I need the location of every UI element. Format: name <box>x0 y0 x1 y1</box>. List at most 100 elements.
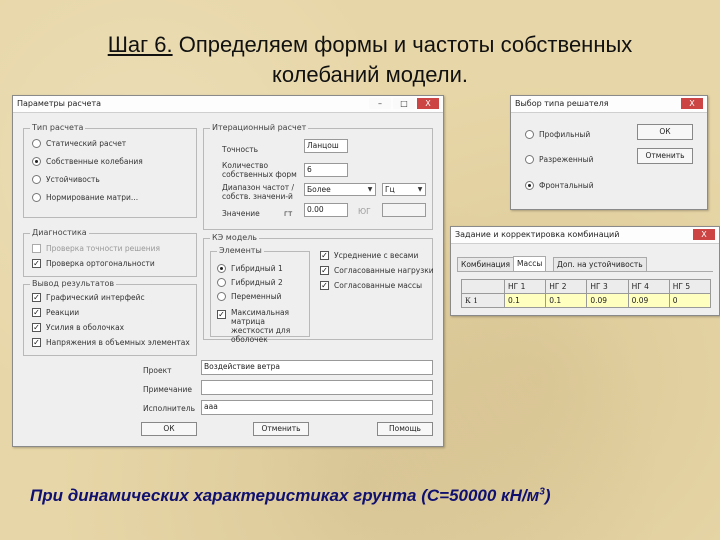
value-field[interactable]: 0.00 <box>304 203 348 217</box>
footer-tail: ) <box>544 486 551 505</box>
table-cell[interactable]: 0.09 <box>627 293 670 308</box>
help-button[interactable]: Помощь <box>377 422 433 436</box>
combo-tabs: Комбинация Массы Доп. на устойчивость <box>457 256 713 272</box>
table-header: НГ 5 <box>668 279 712 294</box>
radio-eigen[interactable] <box>32 157 41 166</box>
radio-static[interactable] <box>32 139 41 148</box>
table-cell[interactable]: 0.09 <box>586 293 629 308</box>
executor-field[interactable]: ааа <box>201 400 433 415</box>
solver-window: Выбор типа решателя X Профильный Разреже… <box>510 95 708 210</box>
check-consistent-loads[interactable]: ✓ <box>320 266 329 275</box>
check-weighted-avg-label: Усреднение с весами <box>334 251 419 260</box>
radio-profile[interactable] <box>525 130 534 139</box>
radio-variable[interactable] <box>217 292 226 301</box>
check-ortho[interactable]: ✓ <box>32 259 41 268</box>
radio-normalize[interactable] <box>32 193 41 202</box>
diagnostics-caption: Диагностика <box>30 228 89 237</box>
check-weighted-avg[interactable]: ✓ <box>320 251 329 260</box>
row-label: К 1 <box>461 293 505 308</box>
combo-window: Задание и корректировка комбинаций X Ком… <box>450 226 720 316</box>
slide-title: Шаг 6. Определяем формы и частоты собств… <box>60 30 680 90</box>
check-volume-stress[interactable]: ✓ <box>32 338 41 347</box>
solver-cancel-button[interactable]: Отменить <box>637 148 693 164</box>
tab-stability[interactable]: Доп. на устойчивость <box>553 257 647 271</box>
count-label: Количество собственных форм <box>222 161 297 179</box>
elements-group: Элементы Гибридный 1 Гибридный 2 Перемен… <box>210 246 310 344</box>
value-unit2: ЮГ <box>358 207 371 216</box>
radio-static-label: Статический расчет <box>46 139 127 148</box>
unit-select[interactable]: Гц ▼ <box>382 183 426 196</box>
table-cell[interactable]: 0.1 <box>545 293 588 308</box>
results-group: Вывод результатов ✓ Графический интерфей… <box>23 279 197 356</box>
chevron-down-icon: ▼ <box>367 186 373 193</box>
ok-button[interactable]: ОК <box>141 422 197 436</box>
iter-group: Итерационный расчет Точность Ланцош Коли… <box>203 123 433 230</box>
radio-hybrid-2-label: Гибридный 2 <box>231 278 283 287</box>
radio-hybrid-1[interactable] <box>217 264 226 273</box>
params-title: Параметры расчета <box>17 99 102 108</box>
minimize-button[interactable]: – <box>369 98 391 109</box>
radio-hybrid-2[interactable] <box>217 278 226 287</box>
check-volume-stress-label: Напряжения в объемных элементах <box>46 338 190 347</box>
combo-titlebar: Задание и корректировка комбинаций X <box>451 227 719 244</box>
tab-combination[interactable]: Комбинация <box>457 257 515 271</box>
table-cell[interactable]: 0 <box>668 293 712 308</box>
radio-eigen-label: Собственные колебания <box>46 157 143 166</box>
value-unit: гт <box>284 209 293 218</box>
title-text: Определяем формы и частоты собственных <box>172 32 633 57</box>
radio-frontal-label: Фронтальный <box>539 181 594 190</box>
calc-type-group: Тип расчета Статический расчет Собственн… <box>23 123 197 218</box>
range-select[interactable]: Более ▼ <box>304 183 376 196</box>
params-titlebar: Параметры расчета – □ X <box>13 96 443 113</box>
project-label: Проект <box>143 366 172 375</box>
check-consistent-mass[interactable]: ✓ <box>320 281 329 290</box>
check-graphic-label: Графический интерфейс <box>46 293 145 302</box>
radio-frontal[interactable] <box>525 181 534 190</box>
check-max-matrix[interactable]: ✓ <box>217 310 226 319</box>
value-label: Значение <box>222 209 260 218</box>
check-shell-forces[interactable]: ✓ <box>32 323 41 332</box>
check-ortho-label: Проверка ортогональности <box>46 259 155 268</box>
cancel-button[interactable]: Отменить <box>253 422 309 436</box>
range-select-value: Более <box>307 185 331 194</box>
check-accuracy[interactable] <box>32 244 41 253</box>
solver-ok-button[interactable]: ОК <box>637 124 693 140</box>
title-step: Шаг 6. <box>107 32 173 57</box>
close-button[interactable]: X <box>693 229 715 240</box>
elements-caption: Элементы <box>217 246 264 255</box>
close-button[interactable]: X <box>681 98 703 109</box>
table-header: НГ 3 <box>586 279 629 294</box>
radio-hybrid-1-label: Гибридный 1 <box>231 264 283 273</box>
table-header: НГ 1 <box>503 279 547 294</box>
method-field[interactable]: Ланцош <box>304 139 348 153</box>
tab-masses[interactable]: Массы <box>513 256 547 271</box>
check-reactions[interactable]: ✓ <box>32 308 41 317</box>
radio-sparse[interactable] <box>525 155 534 164</box>
accuracy-label: Точность <box>222 145 259 154</box>
solver-title: Выбор типа решателя <box>515 99 609 108</box>
note-label: Примечание <box>143 385 192 394</box>
note-field[interactable] <box>201 380 433 395</box>
table-row: К 1 0.1 0.1 0.09 0.09 0 <box>461 293 712 308</box>
results-caption: Вывод результатов <box>30 279 117 288</box>
footer-text: При динамических характеристиках грунта … <box>30 486 540 505</box>
table-cell[interactable]: 0.1 <box>503 293 547 308</box>
radio-normalize-label: Нормирование матри... <box>46 193 139 202</box>
count-field[interactable]: 6 <box>304 163 348 177</box>
check-graphic[interactable]: ✓ <box>32 293 41 302</box>
close-button[interactable]: X <box>417 98 439 109</box>
radio-profile-label: Профильный <box>539 130 591 139</box>
ce-model-caption: КЭ модель <box>210 233 260 242</box>
table-header: НГ 2 <box>545 279 588 294</box>
combo-title: Задание и корректировка комбинаций <box>455 230 620 239</box>
title-line2: колебаний модели. <box>271 62 469 87</box>
check-consistent-loads-label: Согласованные нагрузки <box>334 266 434 275</box>
solver-titlebar: Выбор типа решателя X <box>511 96 707 113</box>
radio-variable-label: Переменный <box>231 292 282 301</box>
footer-note: При динамических характеристиках грунта … <box>30 486 551 506</box>
project-field[interactable]: Воздействие ветра <box>201 360 433 375</box>
check-reactions-label: Реакции <box>46 308 80 317</box>
range-label: Диапазон частот / собств. значени-й <box>222 183 295 201</box>
maximize-button[interactable]: □ <box>393 98 415 109</box>
radio-stability[interactable] <box>32 175 41 184</box>
